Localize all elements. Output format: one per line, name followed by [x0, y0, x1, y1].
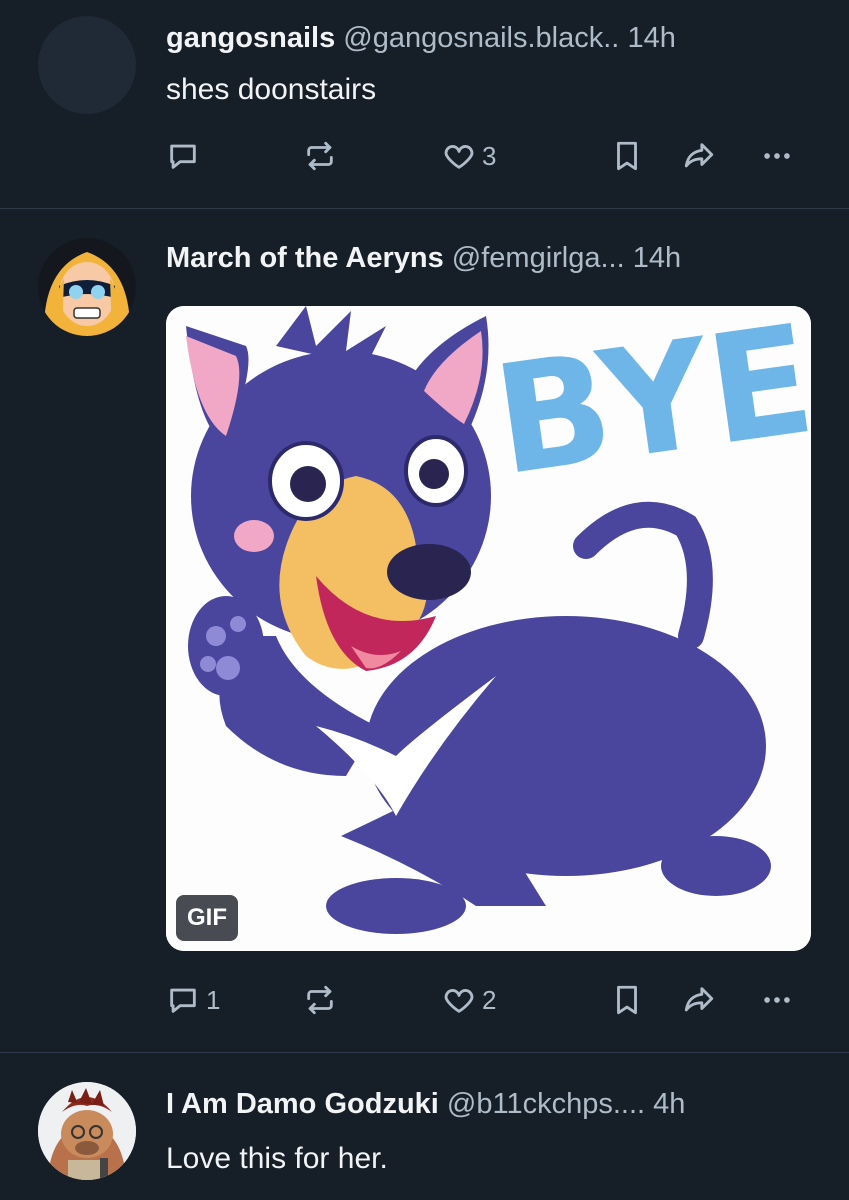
reply-button[interactable]: [166, 134, 206, 178]
bookmark-button[interactable]: [610, 134, 644, 178]
post-text: shes doonstairs: [166, 73, 377, 106]
post-header: I Am Damo Godzuki @b11ckchps.... 4h: [166, 1086, 811, 1122]
repost-button[interactable]: [303, 978, 343, 1022]
post-time[interactable]: 14h: [627, 22, 675, 54]
gif-media[interactable]: BYE! GIF: [166, 306, 811, 951]
post-time[interactable]: 4h: [653, 1088, 685, 1120]
reply-button[interactable]: 1: [166, 978, 220, 1022]
more-button[interactable]: [760, 978, 794, 1022]
more-button[interactable]: [760, 134, 794, 178]
more-icon: [764, 997, 790, 1003]
avatar-image: [38, 238, 136, 336]
like-button[interactable]: 2: [442, 978, 496, 1022]
bookmark-button[interactable]: [610, 978, 644, 1022]
author-handle[interactable]: @gangosnails.black..: [343, 22, 619, 54]
avatar[interactable]: [38, 16, 136, 114]
repost-icon: [307, 985, 333, 1015]
post-divider: [0, 1052, 849, 1053]
post-divider: [0, 208, 849, 209]
avatar[interactable]: [38, 1082, 136, 1180]
author-handle[interactable]: @b11ckchps....: [447, 1088, 645, 1120]
share-button[interactable]: [682, 978, 716, 1022]
share-icon: [684, 143, 714, 168]
repost-button[interactable]: [303, 134, 343, 178]
gif-image: BYE!: [166, 306, 811, 951]
author-name[interactable]: March of the Aeryns: [166, 242, 444, 274]
like-button[interactable]: 3: [442, 134, 496, 178]
post-actions: 1 2: [166, 978, 811, 1022]
post-text: Love this for her.: [166, 1142, 388, 1175]
heart-icon: [444, 145, 474, 169]
reply-icon: [170, 144, 196, 169]
heart-icon: [444, 989, 474, 1013]
share-icon: [684, 987, 714, 1012]
repost-icon: [307, 141, 333, 171]
avatar-image: [38, 1082, 136, 1180]
gif-badge: GIF: [176, 895, 238, 941]
post-header: March of the Aeryns @femgirlga... 14h: [166, 240, 811, 276]
author-handle[interactable]: @femgirlga...: [452, 242, 625, 274]
avatar[interactable]: [38, 238, 136, 336]
bookmark-icon: [617, 141, 637, 171]
post-actions: 3: [166, 134, 811, 178]
post-header: gangosnails @gangosnails.black.. 14h: [166, 20, 811, 56]
share-button[interactable]: [682, 134, 716, 178]
more-icon: [764, 153, 790, 159]
post-time[interactable]: 14h: [633, 242, 681, 274]
reply-icon: [170, 988, 196, 1013]
bookmark-icon: [617, 985, 637, 1015]
author-name[interactable]: gangosnails: [166, 22, 335, 54]
author-name[interactable]: I Am Damo Godzuki: [166, 1088, 439, 1120]
